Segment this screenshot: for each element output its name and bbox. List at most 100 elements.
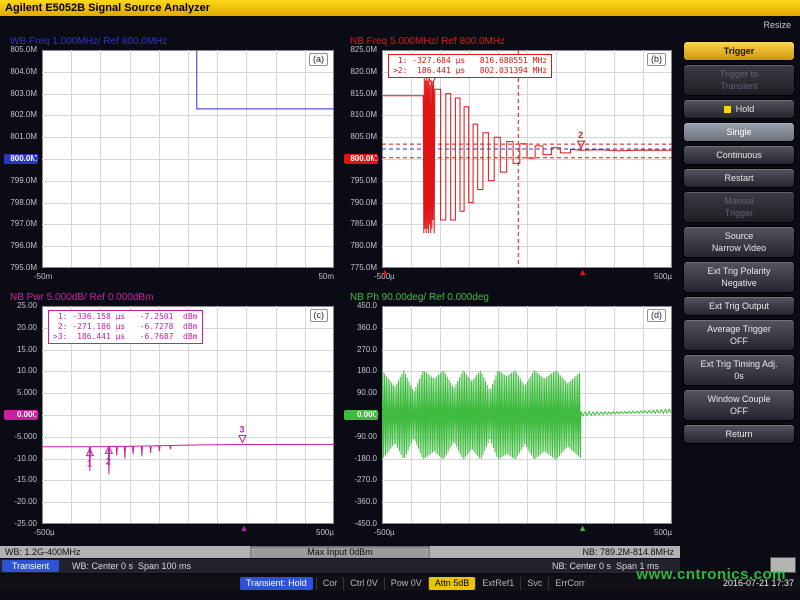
plot-c-ytick: 10.00 — [4, 366, 37, 376]
plot-d-ytick: -180.0 — [344, 454, 377, 464]
marker-readout: 1: -327.684 µs 816.688551 MHz >2: 186.44… — [388, 54, 552, 78]
menu-panel: Trigger Trigger toTransient Hold Single Cont… — [682, 38, 796, 447]
menu-item-hold-label: Hold — [686, 103, 792, 115]
plot-a-ytick: 801.0M — [4, 132, 37, 142]
plot-b-ytick: 825.0M — [344, 45, 377, 55]
menu-item-trigger-to-transient-label: Transient — [686, 80, 792, 92]
wb-span-label: WB: Center 0 s Span 100 ms — [72, 559, 191, 573]
menu-item-hold[interactable]: Hold — [683, 99, 795, 119]
menu-item-restart[interactable]: Restart — [683, 168, 795, 188]
plot-b-ytick: 810.0M — [344, 110, 377, 120]
plot-d-ytick: 270.0 — [344, 345, 377, 355]
plot-panel-nb-freq: NB Freq 5.000MHz/ Ref 800.0MHz 12 1: -32… — [344, 36, 678, 288]
plot-c-ytick: 0.000 — [4, 410, 38, 420]
plot-a-xmax: 50m — [318, 272, 334, 281]
plot-panel-nb-phase: NB Ph 90.00deg/ Ref 0.000deg (d) -500µ 5… — [344, 292, 678, 544]
svg-text:1: 1 — [87, 459, 92, 469]
trigger-marker-icon: ▲ — [578, 524, 587, 533]
plot-c-canvas[interactable]: 1 2 3 1: -336.158 µs -7.2501 dBm 2: -271.1… — [42, 306, 334, 524]
plot-panel-nb-power: NB Pwr 5.000dB/ Ref 0.000dBm 123 1: -336… — [4, 292, 340, 544]
plot-b-ytick: 815.0M — [344, 89, 377, 99]
plot-a-ytick: 802.0M — [4, 110, 37, 120]
plot-c-ytick: 15.00 — [4, 345, 37, 355]
plot-c-ytick: -25.00 — [4, 519, 37, 529]
menu-item-average-trigger-label: Average Trigger — [686, 323, 792, 335]
plot-a-ytick: 797.0M — [4, 219, 37, 229]
menu-item-trigger-to-transient-label: Trigger to — [686, 68, 792, 80]
hold-led-icon — [724, 106, 731, 113]
status-svc: Svc — [520, 577, 548, 590]
plot-c-ytick: -20.00 — [4, 497, 37, 507]
window-title: Agilent E5052B Signal Source Analyzer — [5, 2, 210, 14]
window-titlebar: Agilent E5052B Signal Source Analyzer — [0, 0, 800, 16]
mode-chip: Transient — [2, 560, 59, 572]
plot-b-ytick: 805.0M — [344, 132, 377, 142]
menu-item-return-label: Return — [686, 428, 792, 440]
plot-b-xmax: 500µ — [654, 272, 672, 281]
status-errcorr: ErrCorr — [548, 577, 591, 590]
plot-c-ytick: -15.00 — [4, 475, 37, 485]
plot-d-ytick: -90.00 — [344, 432, 377, 442]
menu-item-window-couple-label: Window Couple — [686, 393, 792, 405]
plot-c-ytick: -5.000 — [4, 432, 37, 442]
status-attn: Attn 5dB — [428, 577, 476, 590]
menu-item-window-couple[interactable]: Window CoupleOFF — [683, 389, 795, 421]
menu-item-return[interactable]: Return — [683, 424, 795, 444]
menu-item-ext-trig-polarity[interactable]: Ext Trig PolarityNegative — [683, 261, 795, 293]
menu-item-continuous[interactable]: Continuous — [683, 145, 795, 165]
plot-b-ytick: 795.0M — [344, 176, 377, 186]
menu-item-average-trigger-label: OFF — [686, 335, 792, 347]
menu-item-trigger[interactable]: Trigger — [683, 41, 795, 61]
plot-a-canvas[interactable] — [42, 50, 334, 268]
marker-readout: 1: -336.158 µs -7.2501 dBm 2: -271.186 µ… — [48, 310, 203, 344]
plot-d-ytick: 90.00 — [344, 388, 377, 398]
plot-b-letter: (b) — [647, 53, 666, 66]
menu-item-manual-trigger: ManualTrigger — [683, 191, 795, 223]
ref-level-arrow-icon: ▶ — [34, 410, 39, 420]
menu-item-ext-trig-output-label: Ext Trig Output — [686, 300, 792, 312]
plot-c-letter: (c) — [310, 309, 329, 322]
plot-b-ytick: 790.0M — [344, 198, 377, 208]
plot-c-ytick: 20.00 — [4, 323, 37, 333]
menu-item-ext-trig-timing-adj[interactable]: Ext Trig Timing Adj.0s — [683, 354, 795, 386]
plot-d-canvas[interactable] — [382, 306, 672, 524]
menu-item-manual-trigger-label: Trigger — [686, 207, 792, 219]
svg-text:2: 2 — [106, 456, 111, 466]
app-window: Agilent E5052B Signal Source Analyzer Re… — [0, 0, 800, 600]
resize-label[interactable]: Resize — [763, 20, 791, 30]
trigger-marker-icon: ▲ — [380, 268, 389, 277]
menu-item-ext-trig-output[interactable]: Ext Trig Output — [683, 296, 795, 316]
plot-d-ytick: 450.0 — [344, 301, 377, 311]
plot-d-xmax: 500µ — [654, 528, 672, 537]
menu-item-single-label: Single — [686, 126, 792, 138]
menu-item-continuous-label: Continuous — [686, 149, 792, 161]
menu-item-single[interactable]: Single — [683, 122, 795, 142]
menu-item-window-couple-label: OFF — [686, 405, 792, 417]
menu-item-restart-label: Restart — [686, 172, 792, 184]
status-trigger-state: Transient: Hold — [240, 577, 313, 590]
menu-item-source[interactable]: SourceNarrow Video — [683, 226, 795, 258]
menu-item-ext-trig-timing-adj-label: Ext Trig Timing Adj. — [686, 358, 792, 370]
ref-level-arrow-icon: ▶ — [374, 154, 379, 164]
plot-a-ytick: 799.0M — [4, 176, 37, 186]
menu-item-ext-trig-polarity-label: Negative — [686, 277, 792, 289]
plot-d-ytick: -450.0 — [344, 519, 377, 529]
status-bar-span: Transient WB: Center 0 s Span 100 ms NB:… — [0, 559, 680, 573]
plot-d-letter: (d) — [647, 309, 666, 322]
plot-a-ytick: 803.0M — [4, 89, 37, 99]
plot-a-ytick: 795.0M — [4, 263, 37, 273]
trigger-marker-icon: ▲ — [578, 268, 587, 277]
plot-a-ytick: 796.0M — [4, 241, 37, 251]
menu-item-average-trigger[interactable]: Average TriggerOFF — [683, 319, 795, 351]
plot-d-ytick: 180.0 — [344, 366, 377, 376]
plot-a-ytick: 805.0M — [4, 45, 37, 55]
wb-range-label: WB: 1.2G-400MHz — [5, 546, 81, 558]
svg-text:3: 3 — [239, 425, 244, 435]
status-pow: Pow 0V — [384, 577, 428, 590]
nb-range-label: NB: 789.2M-814.8MHz — [582, 546, 674, 558]
plot-d-ytick: -270.0 — [344, 475, 377, 485]
ref-level-arrow-icon: ▶ — [34, 154, 39, 164]
plot-b-ytick: 800.0M — [344, 154, 378, 164]
plot-b-canvas[interactable]: 12 1: -327.684 µs 816.688551 MHz >2: 186… — [382, 50, 672, 268]
trigger-marker-icon: ▲ — [239, 524, 248, 533]
